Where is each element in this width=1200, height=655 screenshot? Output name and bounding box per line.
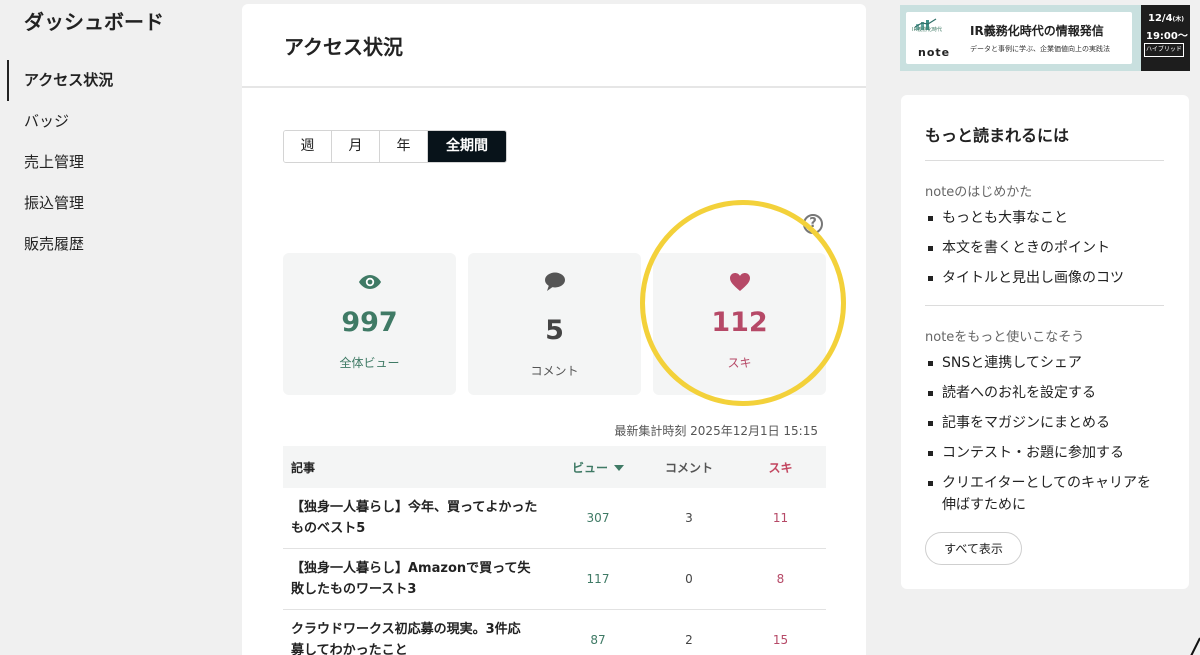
article-title-line: 【独身一人暮らし】今年、買ってよかった (291, 500, 538, 515)
sidebar-item-sales-history[interactable]: 販売履歴 (0, 224, 230, 265)
article-title[interactable]: 【独身一人暮らし】今年、買ってよかった ものベスト5 (283, 497, 553, 539)
banner-content: IR義務化時代 note IR義務化時代の情報発信 データと事例に学ぶ、企業価値… (906, 12, 1132, 64)
tips-link[interactable]: 記事をマガジンにまとめる (925, 412, 1165, 434)
tips-list: SNSと連携してシェア 読者へのお礼を設定する 記事をマガジンにまとめる コンテ… (925, 352, 1165, 524)
tips-list: もっとも大事なこと 本文を書くときのポイント タイトルと見出し画像のコツ (925, 207, 1165, 297)
article-title-line: クラウドワークス初応募の現実。3件応 (291, 622, 521, 637)
article-title[interactable]: クラウドワークス初応募の現実。3件応 募してわかったこと (283, 619, 553, 655)
banner-time: 19:00〜 (1146, 31, 1188, 42)
show-all-button[interactable]: すべて表示 (925, 532, 1022, 565)
article-views: 307 (586, 511, 610, 525)
sidebar-title: ダッシュボード (24, 10, 164, 34)
sidebar-item-transfers[interactable]: 振込管理 (0, 183, 230, 224)
question-circle-icon[interactable]: ? (803, 214, 823, 234)
main-panel: アクセス状況 週 月 年 全期間 ? 997 全体ビュー 5 コメント 112 … (242, 4, 866, 655)
tips-link[interactable]: タイトルと見出し画像のコツ (925, 267, 1165, 289)
article-title-line: 敗したものワースト3 (291, 582, 417, 597)
tips-section-title: noteをもっと使いこなそう (925, 330, 1085, 345)
banner-logo: IR義務化時代 note (912, 16, 956, 60)
article-title-line: ものベスト5 (291, 521, 366, 536)
comments-value: 5 (545, 315, 564, 346)
note-logo: note (918, 46, 951, 59)
sidebar: ダッシュボード アクセス状況 バッジ 売上管理 振込管理 販売履歴 (0, 0, 230, 655)
article-likes: 11 (772, 511, 789, 525)
header-title: 記事 (291, 460, 316, 475)
corner-decoration (1190, 637, 1200, 655)
article-comments: 3 (685, 511, 693, 525)
banner-date: 12/4(木) (1148, 13, 1185, 24)
sidebar-item-badges[interactable]: バッジ (0, 101, 230, 142)
banner-logo-small-text: IR義務化時代 (912, 27, 942, 33)
tips-section-title: noteのはじめかた (925, 185, 1033, 200)
article-title[interactable]: 【独身一人暮らし】Amazonで買って失 敗したものワースト3 (283, 558, 553, 600)
banner-tag: ハイブリッド (1144, 43, 1184, 57)
banner-subtitle: データと事例に学ぶ、企業価値向上の実践法 (970, 45, 1110, 53)
last-updated-text: 最新集計時刻 2025年12月1日 15:15 (614, 424, 818, 438)
divider (925, 305, 1164, 306)
tips-link[interactable]: コンテスト・お題に参加する (925, 442, 1165, 464)
article-likes: 8 (776, 572, 785, 586)
period-selector: 週 月 年 全期間 (283, 130, 507, 163)
comments-label: コメント (530, 364, 579, 378)
table-row[interactable]: 【独身一人暮らし】Amazonで買って失 敗したものワースト3 117 0 8 (283, 549, 826, 610)
sort-down-icon (614, 465, 624, 471)
event-banner[interactable]: IR義務化時代 note IR義務化時代の情報発信 データと事例に学ぶ、企業価値… (900, 5, 1190, 71)
articles-table: 記事 ビュー コメント スキ 【独身一人暮らし】今年、買ってよかった ものベスト… (283, 446, 826, 655)
tips-link[interactable]: SNSと連携してシェア (925, 352, 1165, 374)
heart-icon (653, 271, 826, 293)
article-likes: 15 (772, 633, 789, 647)
header-views-label: ビュー (571, 460, 608, 475)
banner-title: IR義務化時代の情報発信 (970, 24, 1104, 38)
likes-label: スキ (727, 356, 752, 370)
tips-link[interactable]: 本文を書くときのポイント (925, 237, 1165, 259)
banner-date-panel: 12/4(木) 19:00〜 ハイブリッド (1141, 5, 1190, 71)
sidebar-nav: アクセス状況 バッジ 売上管理 振込管理 販売履歴 (0, 60, 230, 265)
period-year-button[interactable]: 年 (380, 131, 428, 162)
period-month-button[interactable]: 月 (332, 131, 380, 162)
article-title-line: 【独身一人暮らし】Amazonで買って失 (291, 561, 531, 576)
likes-value: 112 (711, 307, 768, 338)
main-header: アクセス状況 (242, 4, 866, 88)
views-label: 全体ビュー (339, 356, 400, 370)
tips-title: もっと読まれるには (925, 126, 1070, 145)
views-stat-card[interactable]: 997 全体ビュー (283, 253, 456, 395)
period-all-button[interactable]: 全期間 (428, 131, 506, 162)
article-comments: 0 (685, 572, 693, 586)
tips-link[interactable]: 読者へのお礼を設定する (925, 382, 1165, 404)
views-value: 997 (341, 307, 398, 338)
header-views-sort[interactable]: ビュー (553, 459, 643, 476)
tips-panel: もっと読まれるには noteのはじめかた もっとも大事なこと 本文を書くときのポ… (901, 95, 1189, 589)
sidebar-item-access[interactable]: アクセス状況 (0, 60, 230, 101)
likes-stat-card[interactable]: 112 スキ (653, 253, 826, 395)
article-comments: 2 (685, 633, 693, 647)
page-title: アクセス状況 (284, 35, 403, 59)
period-week-button[interactable]: 週 (284, 131, 332, 162)
article-title-line: 募してわかったこと (291, 643, 408, 655)
header-likes[interactable]: スキ (735, 459, 826, 476)
divider (925, 160, 1164, 161)
tips-link[interactable]: もっとも大事なこと (925, 207, 1165, 229)
article-views: 117 (586, 572, 610, 586)
comments-stat-card[interactable]: 5 コメント (468, 253, 641, 395)
table-row[interactable]: 【独身一人暮らし】今年、買ってよかった ものベスト5 307 3 11 (283, 488, 826, 549)
article-views: 87 (590, 633, 606, 647)
stats-cards: 997 全体ビュー 5 コメント 112 スキ (283, 253, 826, 395)
speech-bubble-icon (468, 271, 641, 293)
header-comments[interactable]: コメント (643, 459, 735, 476)
sidebar-item-sales[interactable]: 売上管理 (0, 142, 230, 183)
tips-link[interactable]: クリエイターとしてのキャリアを伸ばすために (925, 472, 1165, 516)
eye-icon (283, 271, 456, 293)
table-header: 記事 ビュー コメント スキ (283, 446, 826, 488)
table-row[interactable]: クラウドワークス初応募の現実。3件応 募してわかったこと 87 2 15 (283, 610, 826, 655)
